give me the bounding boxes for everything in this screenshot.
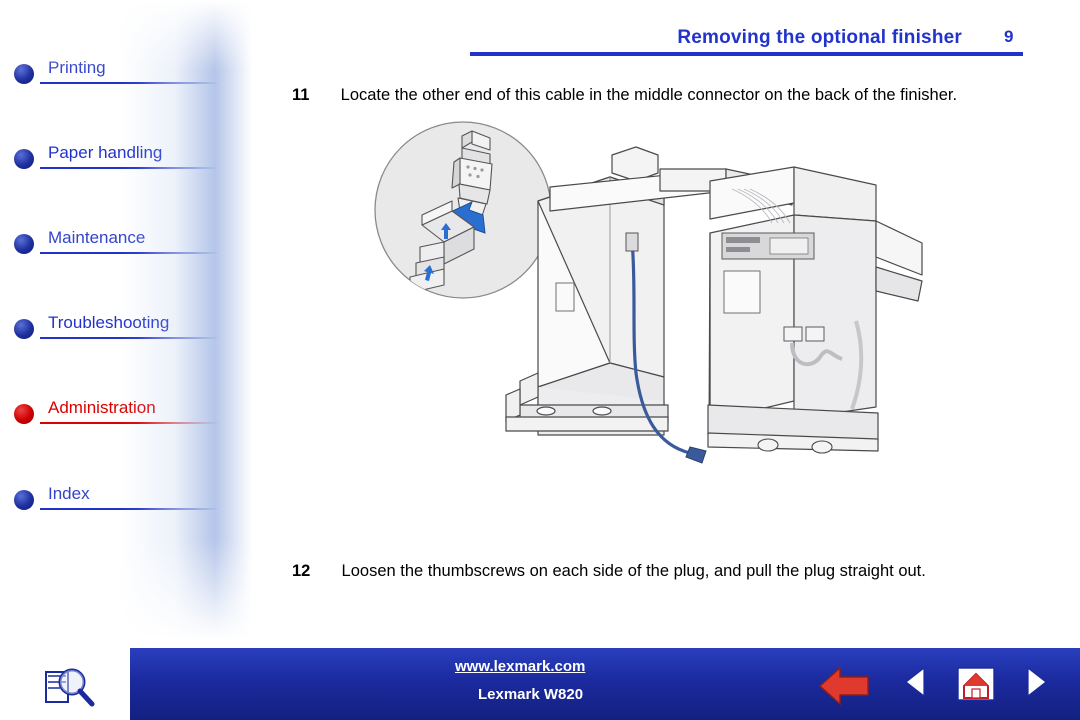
product-name: Lexmark W820 (478, 686, 584, 703)
search-icon[interactable] (42, 666, 102, 708)
page-number: 9 (1004, 27, 1014, 46)
next-page-icon[interactable] (1018, 664, 1052, 700)
home-icon[interactable] (952, 664, 1000, 704)
step-text: Locate the other end of this cable in th… (340, 86, 958, 104)
sidebar: Printing Paper handling Maintenance Trou… (0, 0, 272, 648)
header-divider (470, 52, 1023, 56)
step-12: 12 Loosen the thumbscrews on each side o… (292, 562, 926, 581)
previous-page-icon[interactable] (900, 664, 934, 700)
back-arrow-icon[interactable] (816, 664, 872, 708)
step-number: 11 (292, 86, 310, 104)
sidebar-gradient-overlay-vertical (0, 0, 272, 648)
step-11: 11 Locate the other end of this cable in… (292, 86, 957, 105)
step-number: 12 (292, 562, 311, 580)
step-text: Loosen the thumbscrews on each side of t… (341, 562, 926, 580)
printer-finisher-figure (374, 121, 923, 464)
lexmark-url-link[interactable]: www.lexmark.com (455, 658, 585, 675)
page-title: Removing the optional finisher (677, 27, 962, 48)
